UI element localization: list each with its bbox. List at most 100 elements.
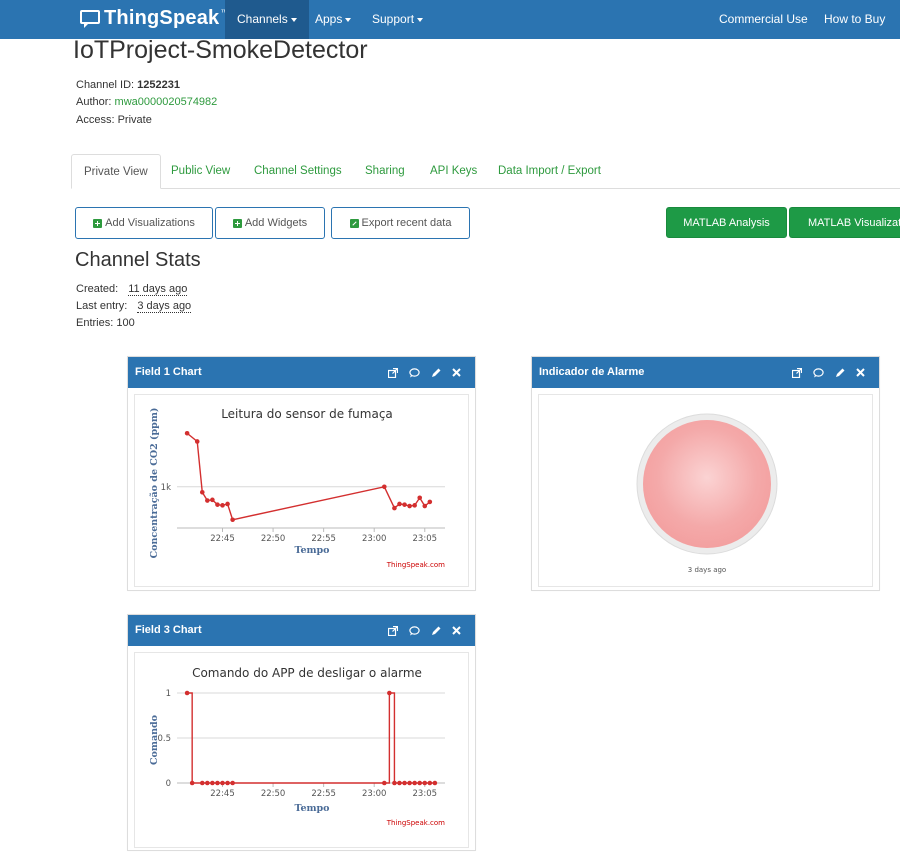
nav-channels-label: Channels [237,12,288,26]
data-point[interactable] [402,780,407,786]
tab-private-view[interactable]: Private View [71,154,161,189]
matlab-analysis-button[interactable]: MATLAB Analysis [666,207,787,238]
add-visualizations-label: Add Visualizations [105,217,195,229]
add-widgets-button[interactable]: Add Widgets [215,207,325,239]
close-icon[interactable] [452,626,461,635]
external-link-icon[interactable] [388,367,398,378]
brand-logo[interactable]: ThingSpeak ™ [80,7,228,30]
data-point[interactable] [205,498,210,503]
nav-apps-label: Apps [315,12,343,26]
tab-sharing[interactable]: Sharing [365,154,405,189]
pencil-icon[interactable] [431,368,441,378]
data-point[interactable] [199,780,205,786]
field1-chart-widget: Field 1 Chart Leitura do sensor de fumaç… [127,356,476,591]
brand-name: ThingSpeak [104,7,220,29]
data-point[interactable] [417,780,423,786]
data-point[interactable] [427,499,433,505]
x-tick-label: 22:50 [261,534,286,544]
add-visualizations-button[interactable]: Add Visualizations [75,207,213,239]
data-point[interactable] [422,503,428,509]
widget-header: Field 3 Chart [128,615,475,646]
access-value: Private [117,114,152,126]
x-tick-label: 23:05 [413,789,438,799]
caret-down-icon [290,17,297,22]
data-point[interactable] [392,505,397,511]
data-point[interactable] [382,484,387,490]
matlab-visualization-button[interactable]: MATLAB Visualizati [789,207,900,238]
data-point[interactable] [432,780,438,786]
data-point[interactable] [189,780,195,786]
pencil-icon[interactable] [835,368,845,378]
caret-down-icon [417,17,424,22]
data-point[interactable] [417,495,423,501]
tab-channel-settings[interactable]: Channel Settings [254,154,342,189]
external-link-icon[interactable] [388,625,398,636]
y-tick-label: 0 [166,779,171,789]
author-link[interactable]: mwa0000020574982 [115,96,218,108]
data-point[interactable] [402,502,407,507]
widget-title: Indicador de Alarme [539,366,645,378]
data-point[interactable] [412,780,417,786]
nav-channels[interactable]: Channels [225,0,309,39]
nav-how-to-buy[interactable]: How to Buy [824,0,885,39]
data-point[interactable] [230,780,235,786]
channel-id-label: Channel ID: [76,79,135,91]
last-entry-row: Last entry: 3 days ago [76,300,192,313]
export-icon [349,218,359,228]
access-label: Access: [76,114,115,126]
y-tick-label: 0.5 [157,734,171,744]
chart-frame: Leitura do sensor de fumaça Concentração… [134,394,469,587]
nav-support[interactable]: Support [372,0,424,39]
nav-apps[interactable]: Apps [315,0,352,39]
tab-data-import-export[interactable]: Data Import / Export [498,154,601,189]
tab-api-keys[interactable]: API Keys [430,154,477,189]
author-row: Author: mwa0000020574982 [76,96,217,108]
data-point[interactable] [412,503,417,508]
plus-square-icon [232,218,242,228]
external-link-icon[interactable] [792,367,802,378]
data-point[interactable] [427,780,433,786]
data-point[interactable] [387,690,392,696]
close-icon[interactable] [452,368,461,377]
thingspeak-credit[interactable]: ThingSpeak.com [386,819,445,827]
pencil-icon[interactable] [431,626,441,636]
plus-square-icon [93,218,103,228]
nav-support-label: Support [372,12,415,26]
last-update-age: 3 days ago [688,566,726,574]
data-point[interactable] [215,780,220,786]
close-icon[interactable] [856,368,865,377]
data-point[interactable] [382,780,387,786]
data-point[interactable] [397,780,402,786]
data-point[interactable] [210,497,215,503]
data-point[interactable] [210,780,215,786]
x-tick-label: 22:45 [210,534,235,544]
data-point[interactable] [184,430,190,436]
data-point[interactable] [215,502,220,507]
export-recent-data-button[interactable]: Export recent data [331,207,470,239]
data-point[interactable] [225,780,230,786]
speech-bubble-logo-icon [80,9,100,28]
data-point[interactable] [392,780,397,786]
tab-public-view[interactable]: Public View [171,154,230,189]
chat-bubble-icon[interactable] [409,367,420,378]
nav-commercial-use[interactable]: Commercial Use [719,0,808,39]
data-point[interactable] [225,501,230,507]
data-point[interactable] [220,780,225,786]
x-tick-label: 23:00 [362,534,387,544]
data-point[interactable] [407,780,412,786]
smoke-sensor-chart[interactable]: Leitura do sensor de fumaça Concentração… [135,395,470,588]
data-point[interactable] [407,503,412,509]
lamp-frame: 3 days ago [538,394,873,587]
data-point[interactable] [199,489,205,495]
data-point[interactable] [397,501,402,507]
thingspeak-credit[interactable]: ThingSpeak.com [386,561,445,569]
data-point[interactable] [194,439,200,444]
command-chart[interactable]: Comando do APP de desligar o alarme Coma… [135,653,470,849]
data-point[interactable] [184,690,190,696]
data-point[interactable] [205,780,210,786]
chat-bubble-icon[interactable] [409,625,420,636]
data-point[interactable] [422,780,428,786]
data-point[interactable] [220,503,225,508]
chat-bubble-icon[interactable] [813,367,824,378]
data-point[interactable] [230,517,235,523]
